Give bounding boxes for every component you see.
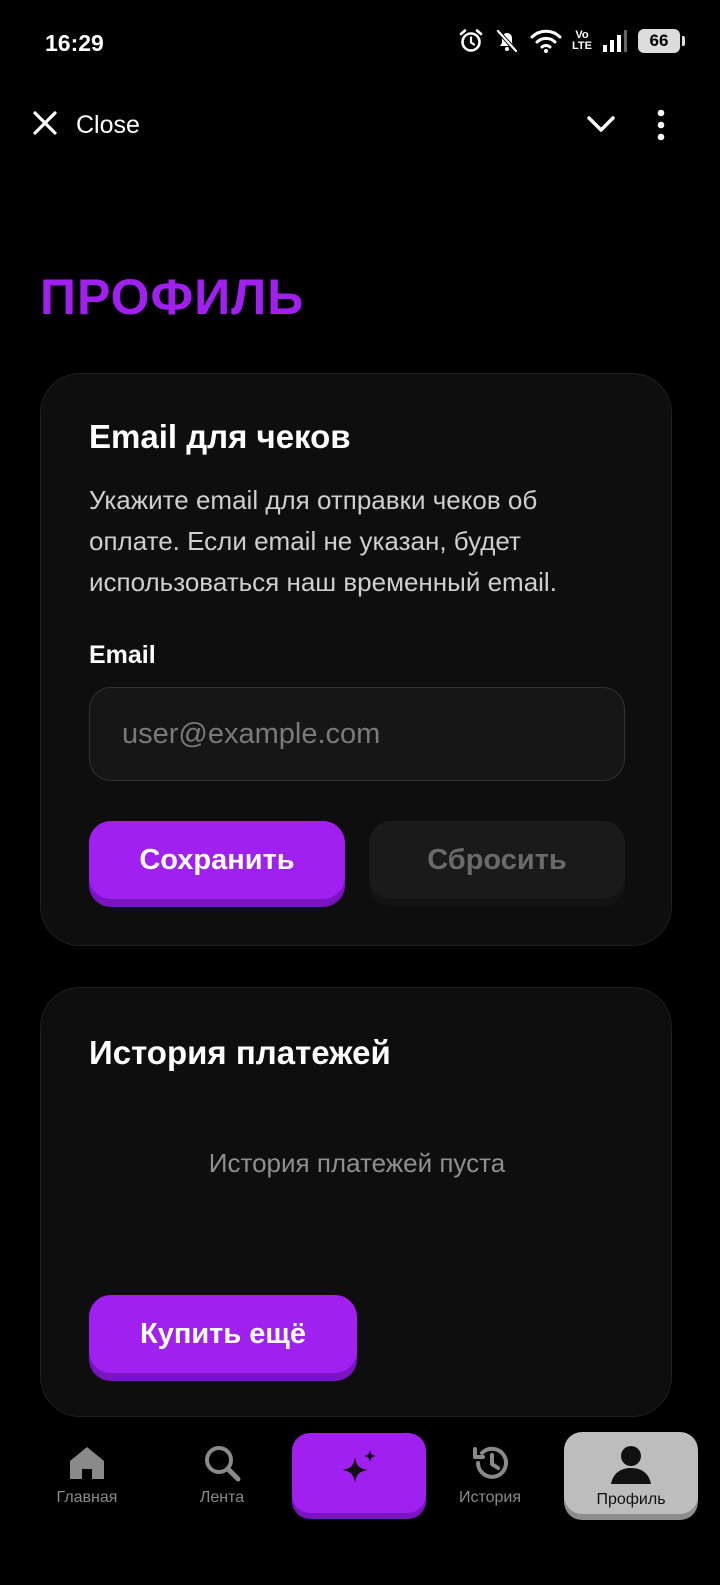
more-menu-button[interactable] — [654, 108, 668, 147]
search-icon — [202, 1432, 242, 1487]
wifi-icon — [530, 28, 562, 54]
nav-label: История — [458, 1489, 522, 1506]
save-button[interactable]: Сохранить — [89, 821, 345, 899]
sparkle-icon — [335, 1447, 383, 1500]
user-icon — [609, 1432, 653, 1489]
nav-label: Главная — [56, 1489, 118, 1506]
volte-bottom: LTE — [572, 40, 592, 52]
battery-indicator: 66 — [638, 29, 685, 53]
top-bar: Close — [0, 100, 720, 150]
nav-item-generate[interactable] — [292, 1433, 426, 1513]
buy-more-button[interactable]: Купить ещё — [89, 1295, 357, 1373]
chevron-down-icon — [586, 116, 616, 140]
volte-indicator: Vo LTE — [572, 30, 592, 52]
close-button[interactable]: Close — [32, 110, 140, 141]
collapse-button[interactable] — [586, 112, 616, 141]
home-icon — [67, 1432, 107, 1487]
page-title: ПРОФИЛЬ — [40, 269, 305, 325]
nav-label: Лента — [199, 1489, 245, 1506]
history-icon — [470, 1432, 510, 1487]
status-icons: Vo LTE 66 — [458, 28, 685, 54]
reset-button[interactable]: Сбросить — [369, 821, 625, 899]
status-time: 16:29 — [45, 30, 104, 56]
mute-bell-icon — [494, 28, 520, 54]
close-label: Close — [76, 111, 140, 139]
nav-label: Профиль — [596, 1491, 666, 1508]
email-field[interactable] — [89, 687, 625, 781]
email-receipts-card: Email для чеков Укажите email для отправ… — [40, 373, 672, 946]
nav-item-feed[interactable]: Лента — [155, 1432, 289, 1514]
signal-icon — [602, 29, 628, 53]
bottom-nav: Главная Лента История Профиль — [0, 1432, 720, 1585]
empty-history-text: История платежей пуста — [208, 1148, 506, 1178]
payment-history-card: История платежей История платежей пуста … — [40, 987, 672, 1417]
status-bar: 16:29 Vo LTE 66 — [0, 0, 720, 90]
more-vertical-icon — [654, 109, 668, 146]
nav-item-home[interactable]: Главная — [20, 1432, 154, 1514]
card-title: История платежей — [89, 1034, 391, 1071]
nav-item-profile[interactable]: Профиль — [564, 1432, 698, 1514]
card-title: Email для чеков — [89, 418, 351, 455]
alarm-icon — [458, 28, 484, 54]
nav-item-history[interactable]: История — [423, 1432, 557, 1514]
close-icon — [32, 110, 58, 141]
email-field-label: Email — [89, 641, 156, 669]
card-description: Укажите email для отправки чеков об опла… — [89, 485, 557, 597]
